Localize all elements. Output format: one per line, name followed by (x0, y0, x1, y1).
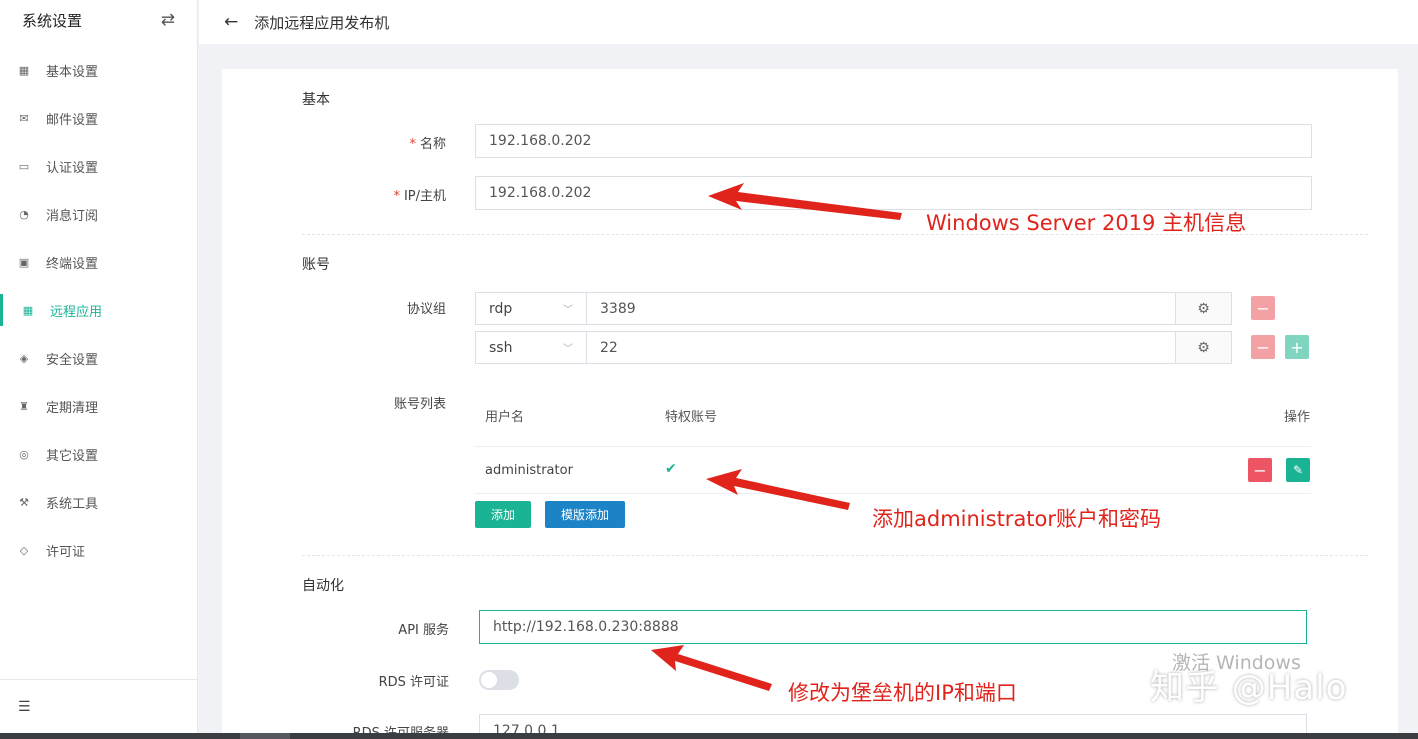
annotation-account-info: 添加administrator账户和密码 (872, 507, 1162, 531)
taskbar-segment (240, 733, 290, 739)
annotation-arrow-account (706, 469, 850, 510)
annotation-arrow-host (708, 183, 902, 220)
annotation-host-info: Windows Server 2019 主机信息 (926, 211, 1247, 235)
taskbar (0, 733, 1418, 739)
zhihu-watermark: 知乎 @Halo (1150, 668, 1348, 708)
annotation-arrow-api (651, 645, 772, 691)
annotation-arrows (651, 183, 902, 691)
annotation-api-info: 修改为堡垒机的IP和端口 (788, 681, 1017, 705)
